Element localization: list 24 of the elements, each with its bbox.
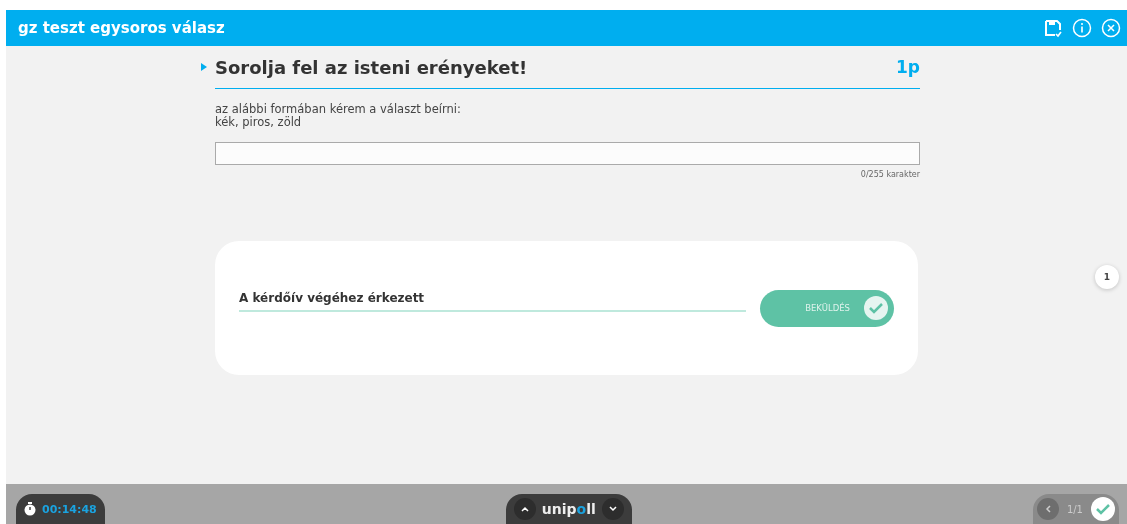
stopwatch-icon <box>24 502 36 516</box>
chevron-left-icon <box>1044 505 1051 513</box>
points-label: 1p <box>896 57 920 77</box>
info-icon[interactable] <box>1072 18 1092 38</box>
instructions-text: az alábbi formában kérem a választ beírni: kék, piros, zöld <box>215 103 462 129</box>
previous-button[interactable] <box>1036 498 1059 520</box>
page-marker[interactable]: 1 <box>1095 265 1119 289</box>
character-counter: 0/255 karakter <box>860 170 920 179</box>
close-icon[interactable] <box>1101 18 1121 38</box>
up-button[interactable] <box>513 498 536 520</box>
check-icon <box>864 296 888 320</box>
page-counter: 1/1 <box>1066 503 1083 515</box>
logo: unipoll <box>541 501 596 517</box>
end-message: A kérdőív végéhez érkezett <box>239 290 746 312</box>
timer-text: 00:14:48 <box>42 502 97 516</box>
down-button[interactable] <box>601 498 624 520</box>
answer-field[interactable] <box>215 142 920 165</box>
check-icon[interactable] <box>1091 497 1115 521</box>
window-title: gz teszt egysoros válasz <box>18 19 226 37</box>
question-title: Sorolja fel az isteni erényeket! <box>215 56 529 78</box>
save-icon[interactable] <box>1043 18 1063 38</box>
chevron-up-icon <box>520 506 529 512</box>
chevron-down-icon <box>608 506 617 512</box>
bullet-icon <box>201 63 207 71</box>
